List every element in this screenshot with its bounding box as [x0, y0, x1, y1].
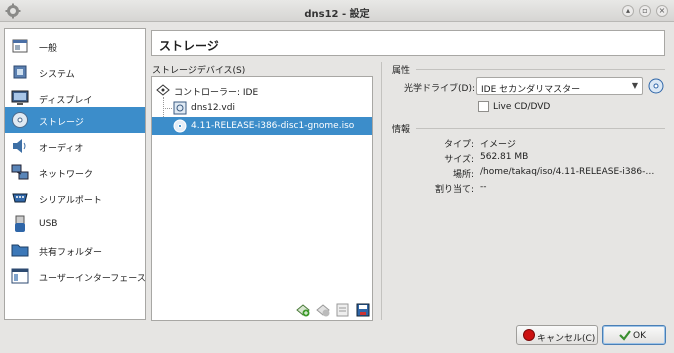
type-label: タイプ:	[443, 140, 474, 150]
location-label: 場所:	[452, 170, 474, 180]
sidebar-item-general[interactable]: 一般	[5, 33, 145, 59]
live-cd-label: Live CD/DVD	[493, 102, 551, 112]
attributes-section-label: 属性	[392, 66, 411, 76]
sidebar-item-audio[interactable]: オーディオ	[5, 133, 145, 159]
checkmark-icon	[619, 330, 631, 341]
cancel-icon	[523, 329, 535, 341]
speaker-icon	[13, 139, 26, 153]
tree-controller-ide[interactable]: コントローラー: IDE	[152, 81, 372, 99]
storage-disc-icon	[12, 112, 28, 128]
size-value: 562.81 MB	[480, 152, 529, 162]
ok-button[interactable]: OK	[602, 325, 666, 345]
information-section-label: 情報	[392, 125, 411, 135]
title-bar: dns12 - 設定 ▴ ▫ ×	[0, 0, 674, 22]
settings-category-list: 一般 システム ディスプレイ ストレージ オーディオ ネットワーク シリアルポー…	[4, 28, 146, 320]
optical-disc-icon	[173, 119, 187, 133]
live-cd-checkbox[interactable]	[478, 101, 489, 112]
page-title-box: ストレージ	[151, 30, 665, 56]
add-attachment-icon[interactable]	[336, 303, 350, 317]
ide-controller-icon	[156, 84, 170, 96]
tree-item-optical[interactable]: 4.11-RELEASE-i386-disc1-gnome.iso	[152, 117, 372, 135]
general-icon	[12, 39, 28, 53]
sidebar-item-shared-folders[interactable]: 共有フォルダー	[5, 237, 145, 263]
choose-disc-icon[interactable]	[648, 78, 664, 94]
window-title: dns12 - 設定	[304, 9, 370, 20]
maximize-icon[interactable]: ▫	[639, 5, 651, 17]
location-value: /home/takaq/iso/4.11-RELEASE-i386-…	[480, 167, 655, 177]
close-icon[interactable]: ×	[656, 5, 668, 17]
usb-icon	[15, 215, 25, 232]
chevron-down-icon: ▼	[631, 81, 638, 90]
display-monitor-icon	[11, 90, 29, 105]
attached-label: 割り当て:	[434, 185, 474, 195]
optical-drive-select[interactable]: IDE セカンダリマスター ▼	[476, 77, 643, 95]
page-title: ストレージ	[159, 39, 219, 53]
sidebar-item-storage[interactable]: ストレージ	[5, 107, 145, 133]
type-value: イメージ	[480, 140, 516, 150]
section-divider	[416, 69, 665, 70]
section-divider	[416, 128, 665, 129]
sidebar-item-serial-port[interactable]: シリアルポート	[5, 185, 145, 211]
system-chip-icon	[13, 65, 27, 79]
vertical-separator	[381, 62, 382, 320]
tree-item-disk[interactable]: dns12.vdi	[152, 99, 372, 117]
remove-controller-icon[interactable]	[316, 303, 330, 317]
sidebar-item-network[interactable]: ネットワーク	[5, 159, 145, 185]
cancel-button[interactable]: キャンセル(C)	[516, 325, 598, 345]
sidebar-item-usb[interactable]: USB	[5, 211, 145, 237]
size-label: サイズ:	[444, 155, 474, 165]
folder-icon	[11, 244, 29, 257]
serial-port-icon	[12, 193, 28, 203]
storage-devices-label: ストレージデバイス(S)	[152, 66, 246, 76]
add-controller-icon[interactable]	[296, 303, 310, 317]
storage-tree[interactable]: コントローラー: IDE dns12.vdi 4.11-RELEASE-i386…	[151, 76, 373, 321]
sidebar-item-system[interactable]: システム	[5, 59, 145, 85]
network-icon	[11, 164, 29, 180]
optical-drive-label: 光学ドライブ(D):	[404, 84, 475, 94]
sidebar-item-user-interface[interactable]: ユーザーインターフェース	[5, 263, 146, 289]
attached-value: --	[480, 182, 487, 192]
user-interface-icon	[11, 268, 29, 284]
minimize-icon[interactable]: ▴	[622, 5, 634, 17]
remove-attachment-icon[interactable]	[356, 303, 370, 317]
hard-disk-icon	[173, 101, 187, 115]
